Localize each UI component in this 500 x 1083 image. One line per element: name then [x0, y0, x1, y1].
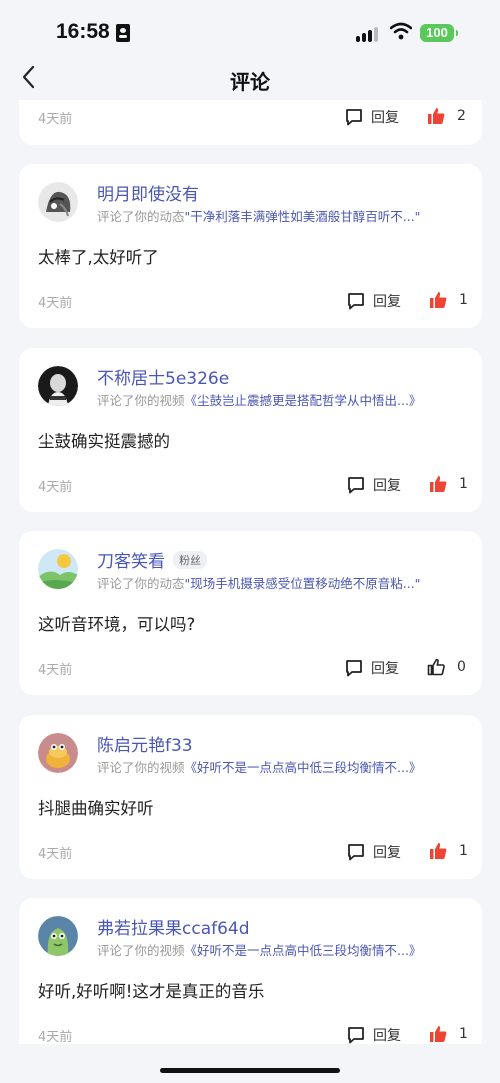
comment-context: 评论了你的动态"干净利落丰满弹性如美酒般甘醇百听不..." — [97, 209, 421, 224]
target-post-link[interactable]: 《好听不是一点点高中低三段均衡情不...》 — [185, 760, 422, 775]
reply-button[interactable]: 回复 — [345, 107, 399, 127]
thumbs-up-outline-icon — [427, 658, 445, 676]
reply-icon — [348, 293, 364, 310]
reply-label: 回复 — [373, 294, 401, 310]
thumbs-up-icon — [430, 476, 447, 492]
comment-time: 4天前 — [38, 112, 73, 127]
status-time: 16:58 — [56, 20, 110, 43]
fan-badge: 粉丝 — [173, 551, 207, 569]
reply-icon — [348, 477, 364, 494]
comment-time: 4天前 — [38, 663, 73, 678]
comment-time: 4天前 — [38, 480, 73, 495]
comment-text: 尘鼓确实挺震撼的 — [38, 432, 170, 451]
reply-label: 回复 — [373, 845, 401, 861]
comment-time: 4天前 — [38, 847, 73, 862]
thumbs-up-icon — [428, 108, 445, 124]
commenter-name[interactable]: 弗若拉果果ccaf64d — [97, 914, 250, 939]
status-bar: 16:58 100 — [0, 0, 500, 64]
commenter-name[interactable]: 刀客笑看 粉丝 — [97, 547, 207, 572]
comment-time: 4天前 — [38, 296, 73, 311]
like-count: 1 — [459, 1026, 468, 1042]
like-button[interactable]: 2 — [427, 107, 466, 125]
like-button[interactable]: 1 — [429, 1025, 468, 1043]
comment-context: 评论了你的视频《好听不是一点点高中低三段均衡情不...》 — [97, 943, 422, 958]
thumbs-up-icon — [430, 292, 447, 308]
reply-icon — [346, 660, 362, 677]
like-count: 1 — [459, 476, 468, 492]
comment-context: 评论了你的视频《好听不是一点点高中低三段均衡情不...》 — [97, 760, 422, 775]
avatar[interactable] — [38, 733, 78, 773]
comment-card-partial: 4天前 回复 2 — [19, 100, 482, 145]
reply-label: 回复 — [371, 661, 399, 677]
reply-button[interactable]: 回复 — [347, 291, 401, 311]
like-count: 0 — [457, 659, 466, 675]
reply-button[interactable]: 回复 — [347, 475, 401, 495]
like-count: 1 — [459, 292, 468, 308]
comment-card: 不称居士5e326e 评论了你的视频《尘鼓岂止震撼更是搭配哲学从中悟出...》 … — [19, 348, 482, 512]
comment-text: 太棒了,太好听了 — [38, 248, 159, 267]
comment-card: 明月即使没有 评论了你的动态"干净利落丰满弹性如美酒般甘醇百听不..." 太棒了… — [19, 164, 482, 328]
thumbs-up-icon — [430, 1026, 447, 1042]
page-title: 评论 — [230, 70, 270, 94]
signal-icon — [356, 26, 382, 42]
like-button[interactable]: 1 — [429, 475, 468, 493]
wifi-icon — [390, 22, 412, 40]
commenter-name[interactable]: 不称居士5e326e — [97, 364, 229, 389]
home-indicator[interactable] — [160, 1068, 340, 1073]
like-button[interactable]: 1 — [429, 291, 468, 309]
avatar[interactable] — [38, 182, 78, 222]
like-button[interactable]: 0 — [427, 658, 466, 676]
commenter-name[interactable]: 陈启元艳f33 — [97, 731, 193, 756]
like-count: 1 — [459, 843, 468, 859]
comment-card: 弗若拉果果ccaf64d 评论了你的视频《好听不是一点点高中低三段均衡情不...… — [19, 898, 482, 1044]
reply-icon — [346, 109, 362, 126]
battery-indicator: 100 — [420, 24, 458, 42]
comment-text: 好听,好听啊!这才是真正的音乐 — [38, 982, 265, 1001]
comment-context: 评论了你的动态"现场手机摄录感受位置移动绝不原音粘..." — [97, 576, 421, 591]
reply-button[interactable]: 回复 — [347, 1025, 401, 1044]
target-post-link[interactable]: 《尘鼓岂止震撼更是搭配哲学从中悟出...》 — [185, 393, 422, 408]
reply-icon — [348, 1027, 364, 1044]
reply-button[interactable]: 回复 — [345, 658, 399, 678]
id-card-icon — [116, 24, 130, 42]
reply-icon — [348, 844, 364, 861]
commenter-name[interactable]: 明月即使没有 — [97, 180, 199, 205]
nav-bar: 评论 — [0, 64, 500, 94]
avatar[interactable] — [38, 366, 78, 406]
comment-card: 刀客笑看 粉丝 评论了你的动态"现场手机摄录感受位置移动绝不原音粘..." 这听音… — [19, 531, 482, 695]
comment-card: 陈启元艳f33 评论了你的视频《好听不是一点点高中低三段均衡情不...》 抖腿曲… — [19, 715, 482, 879]
comment-text: 这听音环境，可以吗? — [38, 615, 196, 634]
reply-label: 回复 — [373, 1028, 401, 1044]
comment-time: 4天前 — [38, 1030, 73, 1044]
like-button[interactable]: 1 — [429, 842, 468, 860]
comment-text: 抖腿曲确实好听 — [38, 799, 154, 818]
target-post-link[interactable]: "干净利落丰满弹性如美酒般甘醇百听不..." — [185, 209, 421, 224]
target-post-link[interactable]: 《好听不是一点点高中低三段均衡情不...》 — [185, 943, 422, 958]
comment-context: 评论了你的视频《尘鼓岂止震撼更是搭配哲学从中悟出...》 — [97, 393, 422, 408]
target-post-link[interactable]: "现场手机摄录感受位置移动绝不原音粘..." — [185, 576, 421, 591]
comment-list[interactable]: 4天前 回复 2 明月即使没有 评论了你的动态"干净利落丰满弹性如美酒般甘醇百听… — [19, 100, 482, 1044]
reply-button[interactable]: 回复 — [347, 842, 401, 862]
reply-label: 回复 — [371, 110, 399, 126]
avatar[interactable] — [38, 916, 78, 956]
thumbs-up-icon — [430, 843, 447, 859]
like-count: 2 — [457, 108, 466, 124]
reply-label: 回复 — [373, 478, 401, 494]
avatar[interactable] — [38, 549, 78, 589]
